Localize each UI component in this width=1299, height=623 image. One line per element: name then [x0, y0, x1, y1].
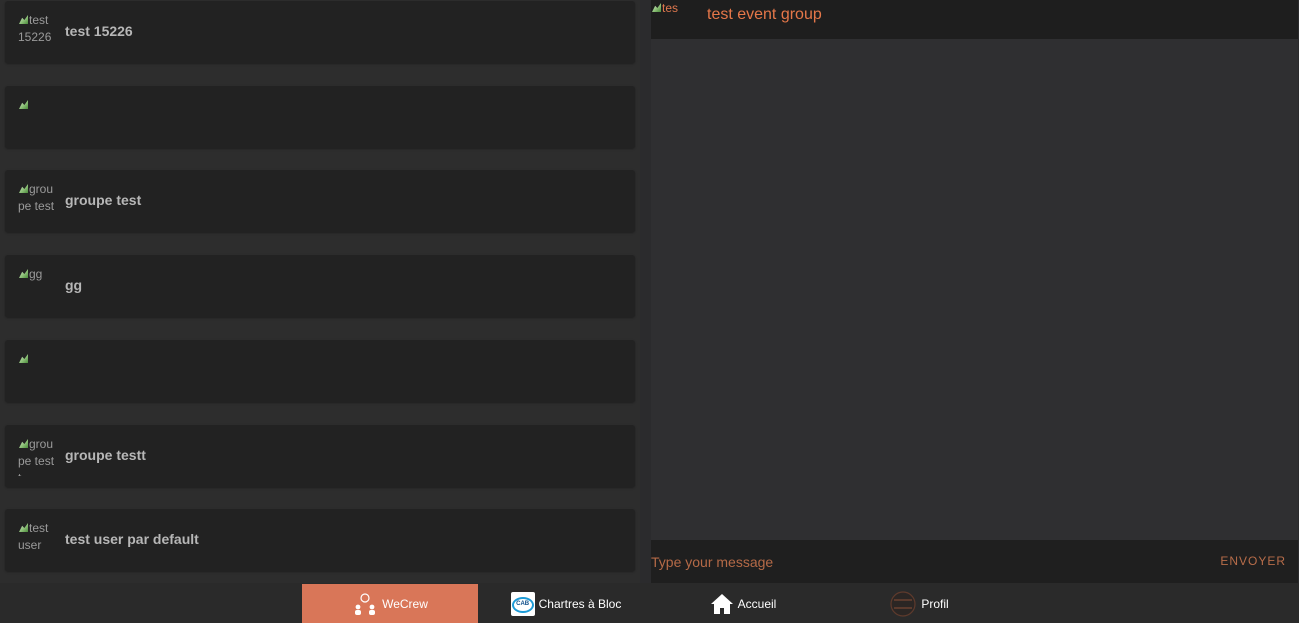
- group-name: test 15226: [65, 23, 133, 39]
- group-avatar: [18, 97, 56, 137]
- chat-avatar-alt: tes: [662, 1, 679, 15]
- bottom-nav: WeCrew CAB Chartres à Bloc Accueil Profi…: [0, 583, 1299, 623]
- group-name: groupe testt: [65, 447, 146, 463]
- broken-image-icon: [18, 438, 29, 449]
- tab-chartres-a-bloc[interactable]: CAB Chartres à Bloc: [505, 584, 627, 623]
- group-avatar: test user: [18, 520, 56, 560]
- chat-title: test event group: [707, 6, 822, 23]
- home-icon: [710, 593, 734, 615]
- send-button[interactable]: ENVOYER: [1220, 554, 1286, 568]
- broken-image-icon: [651, 2, 662, 13]
- people-icon: [352, 592, 378, 616]
- tab-accueil[interactable]: Accueil: [706, 584, 780, 623]
- broken-image-icon: [18, 353, 29, 364]
- group-name: test user par default: [65, 531, 199, 547]
- tab-wecrew[interactable]: WeCrew: [302, 584, 478, 623]
- group-avatar-alt: gg: [29, 267, 43, 281]
- group-avatar: groupe test: [18, 181, 56, 221]
- tab-profil[interactable]: Profil: [884, 584, 954, 623]
- group-name: groupe test: [65, 192, 142, 208]
- message-input[interactable]: [651, 550, 1191, 574]
- broken-image-icon: [18, 268, 29, 279]
- group-avatar: gg: [18, 266, 56, 306]
- broken-image-icon: [18, 522, 29, 533]
- group-list: test 15226 test 15226 groupe test groupe…: [0, 0, 640, 623]
- tab-label: Accueil: [737, 596, 777, 611]
- group-avatar: [18, 351, 56, 391]
- group-avatar: test 15226: [18, 12, 56, 52]
- profile-icon: [889, 590, 917, 617]
- group-card[interactable]: groupe test groupe test: [5, 170, 635, 232]
- group-card[interactable]: [5, 340, 635, 402]
- message-composer: ENVOYER: [651, 540, 1298, 583]
- chat-panel: tes test event group ENVOYER: [651, 0, 1298, 583]
- group-card[interactable]: [5, 86, 635, 148]
- group-avatar: groupe testt: [18, 436, 56, 476]
- tab-label: Profil: [921, 596, 949, 611]
- group-card[interactable]: test user test user par default: [5, 509, 635, 571]
- group-card[interactable]: test 15226 test 15226: [5, 1, 635, 63]
- broken-image-icon: [18, 99, 29, 110]
- tab-label: Chartres à Bloc: [538, 596, 622, 611]
- broken-image-icon: [18, 183, 29, 194]
- group-card[interactable]: gg gg: [5, 255, 635, 317]
- cab-logo-icon: CAB: [510, 591, 535, 616]
- chat-avatar: tes: [651, 0, 691, 22]
- tab-label: WeCrew: [382, 596, 428, 611]
- group-card[interactable]: groupe testt groupe testt: [5, 425, 635, 487]
- chat-header: tes test event group: [651, 0, 1298, 39]
- broken-image-icon: [18, 14, 29, 25]
- group-name: gg: [65, 277, 83, 293]
